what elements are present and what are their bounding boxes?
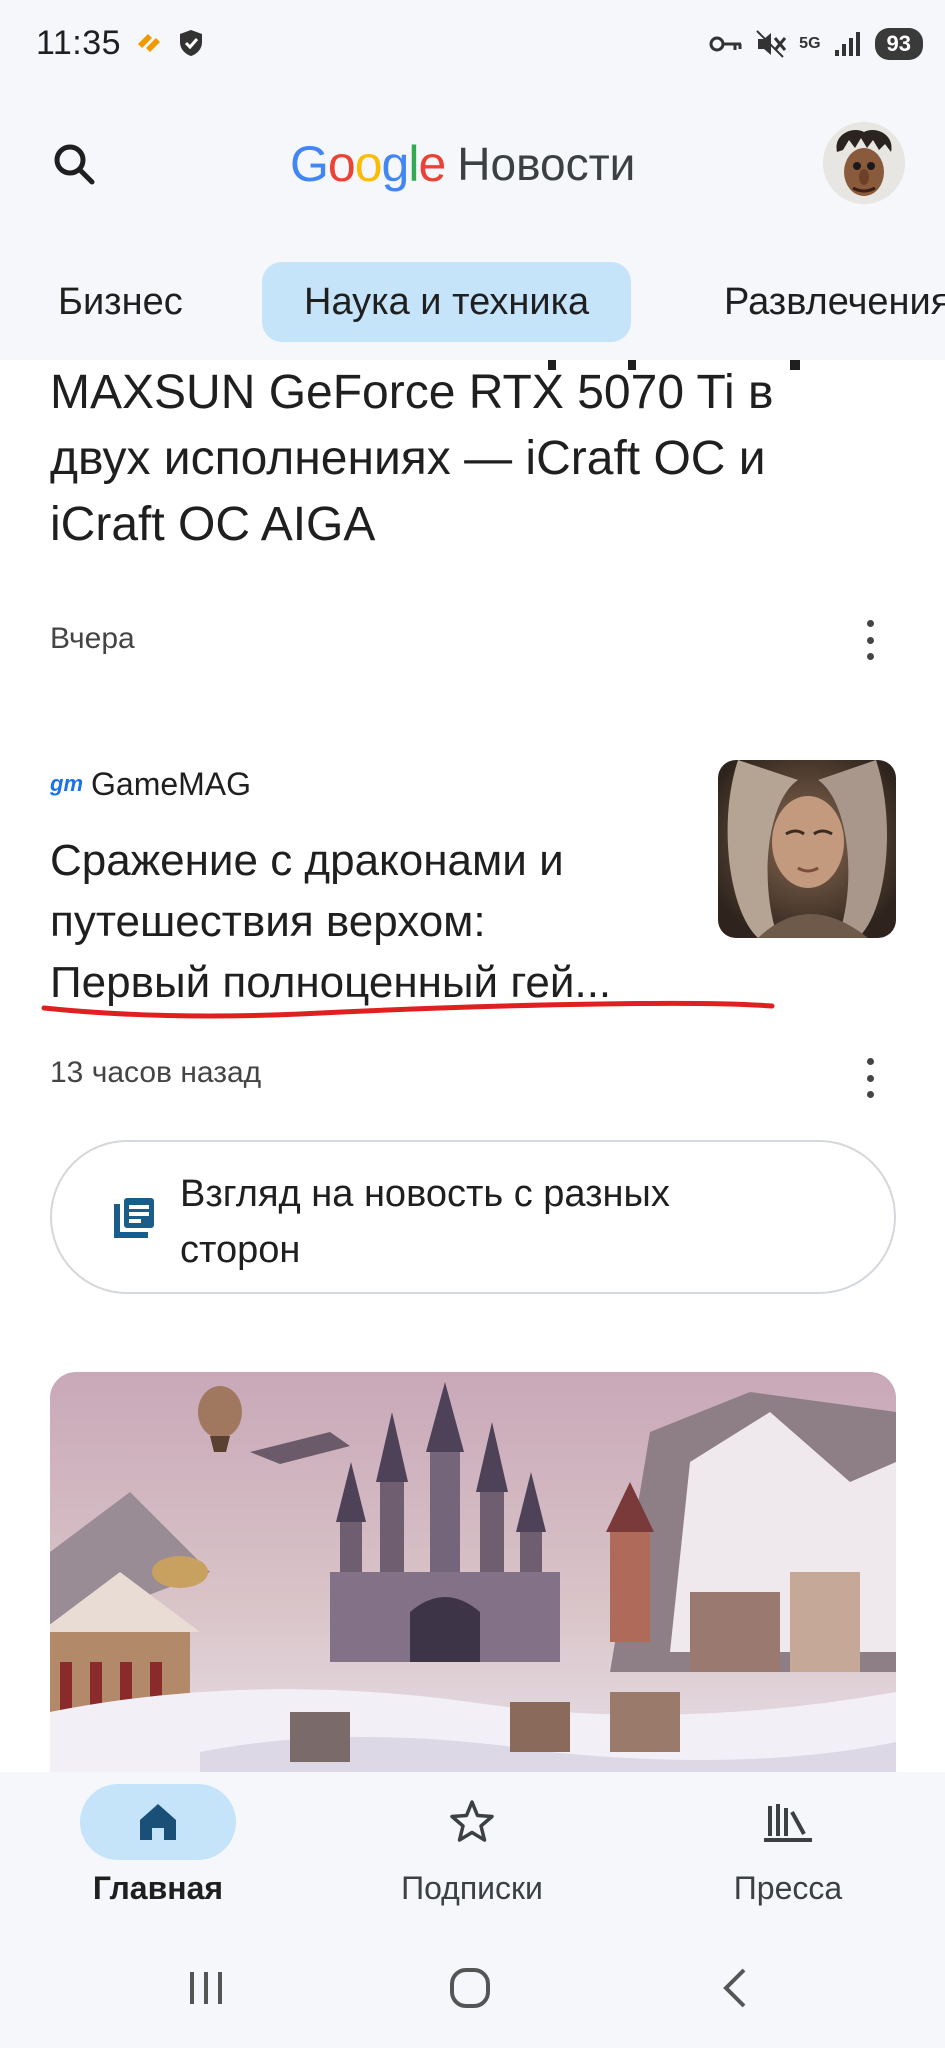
red-underline-annotation — [41, 1000, 775, 1019]
news-feed: MAXSUN GeForce RTX 5070 Ti в двух исполн… — [0, 360, 945, 1772]
full-coverage-label: Взгляд на новость с разных сторон — [180, 1166, 800, 1278]
article-time: 13 часов назад — [50, 1056, 262, 1089]
source-logo: gm — [50, 771, 83, 796]
back-chevron-icon — [723, 1968, 746, 2008]
mute-icon — [756, 30, 787, 58]
tab-business[interactable]: Бизнес — [16, 262, 225, 342]
nav-home[interactable]: Главная — [38, 1784, 278, 1924]
article-headline[interactable]: MAXSUN GeForce RTX 5070 Ti в двух исполн… — [50, 360, 900, 558]
nav-label: Подписки — [401, 1870, 543, 1906]
status-time: 11:35 — [36, 24, 122, 62]
tab-label: Бизнес — [58, 280, 183, 323]
signal-icon — [834, 32, 860, 56]
article-thumbnail[interactable] — [718, 760, 896, 938]
more-options-icon[interactable] — [855, 1058, 885, 1098]
recent-apps-button[interactable] — [166, 1958, 246, 2018]
more-options-icon[interactable] — [855, 620, 885, 660]
nav-subscriptions[interactable]: Подписки — [352, 1784, 592, 1924]
full-coverage-button[interactable]: Взгляд на новость с разных сторон — [50, 1140, 896, 1294]
headline-line: iCraft OC AIGA — [50, 498, 376, 551]
home-icon — [140, 1804, 176, 1840]
shield-icon — [180, 30, 202, 56]
star-icon — [450, 1800, 494, 1842]
nav-label: Пресса — [733, 1870, 843, 1906]
system-navigation-bar — [0, 1928, 945, 2048]
article-source: gm GameMAG — [50, 764, 251, 804]
network-type: 5G — [799, 35, 821, 52]
nav-subscriptions-icon-wrap — [394, 1784, 550, 1860]
home-circle-icon — [450, 1968, 490, 2008]
label-line: Взгляд на новость с разных — [180, 1173, 670, 1215]
recent-apps-icon — [190, 1972, 222, 2004]
bottom-navigation: Главная Подписки Пресса — [0, 1772, 945, 1928]
tab-label: Наука и техника — [304, 280, 590, 323]
nav-newsstand-icon-wrap — [710, 1784, 866, 1860]
avatar[interactable] — [823, 122, 905, 204]
tab-entertainment[interactable]: Развлечения — [682, 262, 945, 342]
app-notification-icon — [138, 34, 160, 52]
google-news-logo: Google Новости — [290, 134, 635, 194]
search-icon — [54, 144, 95, 185]
app-header: Google Новости — [0, 90, 945, 240]
nav-newsstand[interactable]: Пресса — [668, 1784, 908, 1924]
tab-science-tech[interactable]: Наука и техника — [262, 262, 632, 342]
logo-news: Новости — [457, 138, 636, 190]
logo-google: Google — [290, 136, 446, 192]
source-name: GameMAG — [91, 765, 252, 802]
article-time: Вчера — [50, 622, 135, 655]
battery-indicator: 93 — [874, 28, 923, 60]
status-indicators: 5G 93 — [709, 26, 923, 62]
headline-line: путешествия верхом: — [50, 897, 486, 946]
vpn-key-icon — [709, 36, 742, 52]
headline-line: двух исполнениях — iCraft OC и — [50, 432, 766, 485]
full-coverage-icon — [114, 1198, 154, 1238]
back-button[interactable] — [696, 1958, 776, 2018]
search-button[interactable] — [44, 134, 104, 194]
tab-label: Развлечения — [724, 280, 945, 323]
article-hero-image[interactable] — [50, 1372, 896, 1772]
status-bar: 11:35 5G 93 — [0, 0, 945, 90]
newsstand-icon — [764, 1804, 812, 1842]
nav-label: Главная — [92, 1870, 224, 1906]
article-headline[interactable]: Сражение с драконами и путешествия верхо… — [50, 830, 690, 1013]
home-button[interactable] — [430, 1958, 510, 2018]
headline-line: MAXSUN GeForce RTX 5070 Ti в — [50, 366, 774, 419]
label-line: сторон — [180, 1229, 301, 1271]
category-tabs: Бизнес Наука и техника Развлечения — [0, 260, 945, 360]
nav-home-icon-wrap — [80, 1784, 236, 1860]
headline-line: Сражение с драконами и — [50, 836, 564, 885]
